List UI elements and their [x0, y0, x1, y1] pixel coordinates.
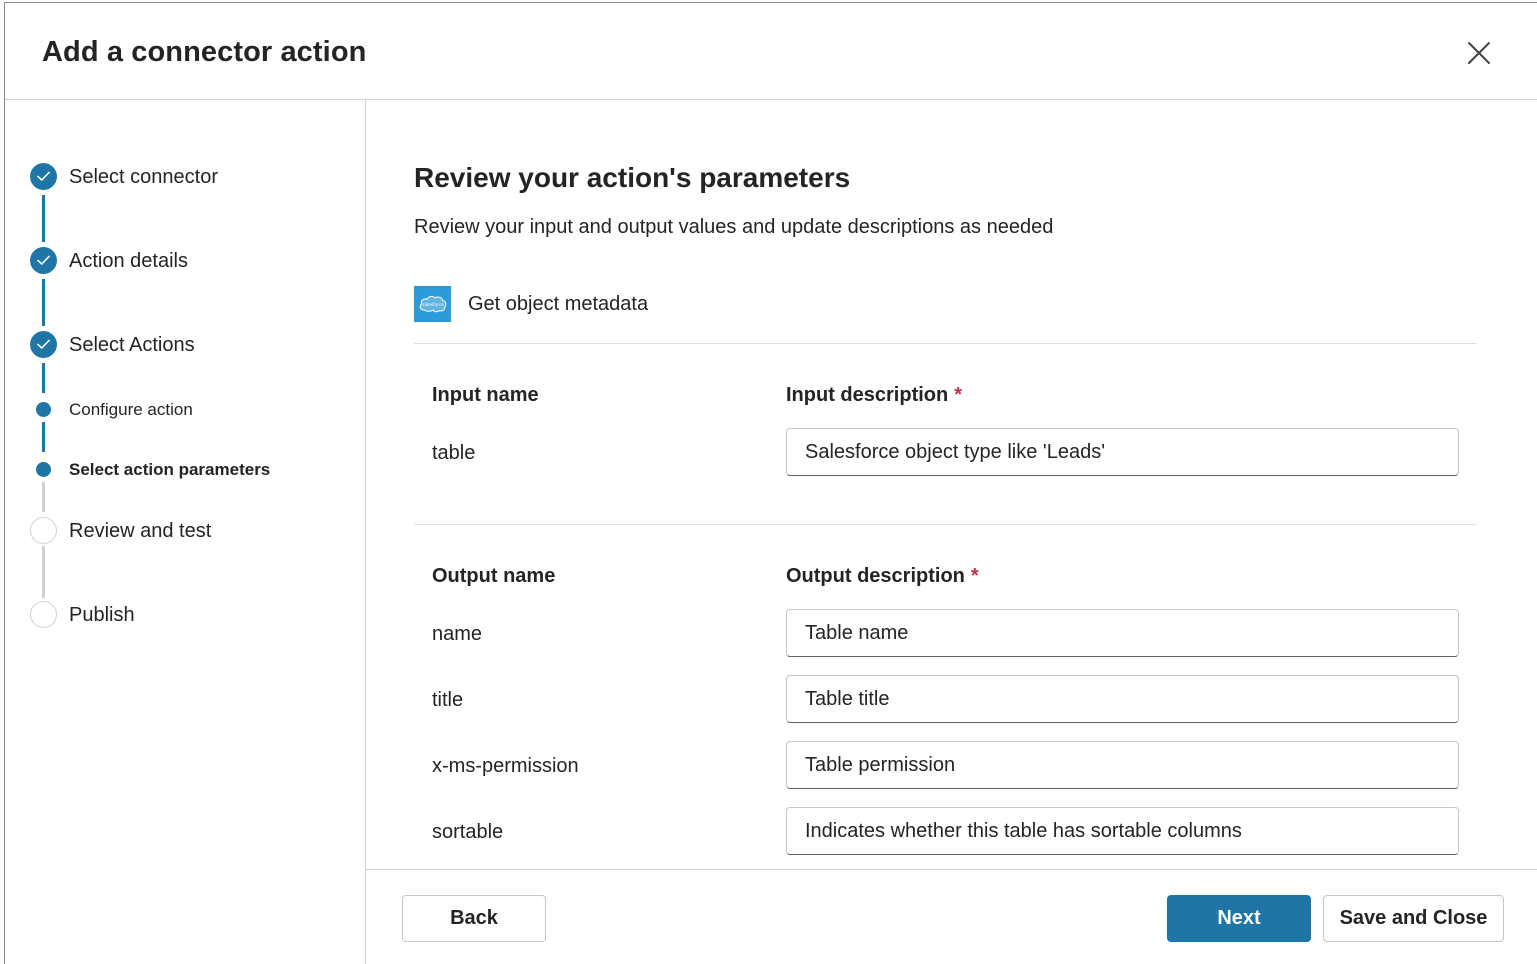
output-param-name: name	[432, 623, 483, 645]
step-connector	[42, 363, 45, 393]
step-action-details[interactable]: Action details	[5, 242, 365, 282]
substep-marker	[36, 462, 51, 477]
section-divider	[414, 343, 1477, 344]
input-description-header: Input description *	[786, 384, 963, 406]
close-icon	[1468, 42, 1490, 64]
salesforce-logo: salesforce	[414, 286, 451, 322]
output-param-name: sortable	[432, 821, 504, 843]
output-description-field[interactable]	[786, 609, 1459, 657]
step-configure-action[interactable]: Configure action	[5, 390, 365, 430]
page-subtitle: Review your input and output values and …	[414, 216, 1054, 238]
checkmark-icon	[37, 171, 50, 181]
step-connector	[42, 279, 45, 326]
step-pending-marker	[30, 517, 57, 544]
required-marker: *	[970, 565, 979, 587]
step-select-action-parameters[interactable]: Select action parameters	[5, 450, 365, 490]
step-complete-marker	[30, 247, 57, 274]
step-label: Select connector	[69, 166, 218, 188]
input-name-header: Input name	[432, 384, 539, 406]
checkmark-icon	[37, 255, 50, 265]
step-label: Action details	[69, 250, 188, 272]
page-title: Review your action's parameters	[414, 162, 851, 193]
output-param-name: title	[432, 689, 464, 711]
step-complete-marker	[30, 331, 57, 358]
step-select-connector[interactable]: Select connector	[5, 158, 365, 198]
section-divider	[414, 524, 1477, 525]
svg-text:salesforce: salesforce	[422, 302, 444, 307]
connector-action-dialog: Add a connector action Select connector	[4, 2, 1537, 964]
checkmark-icon	[37, 339, 50, 349]
required-marker: *	[954, 384, 963, 406]
step-connector	[42, 546, 45, 598]
output-name-header: Output name	[432, 565, 556, 587]
output-param-name: x-ms-permission	[432, 755, 579, 777]
action-name: Get object metadata	[468, 293, 649, 315]
step-label: Review and test	[69, 520, 212, 542]
dialog-header: Add a connector action	[5, 3, 1537, 100]
step-label: Select Actions	[69, 334, 195, 356]
dialog-title: Add a connector action	[42, 36, 367, 68]
step-pending-marker	[30, 601, 57, 628]
step-connector	[42, 195, 45, 242]
wizard-steps-sidebar: Select connector Action details Select A…	[5, 100, 366, 964]
step-label: Publish	[69, 604, 135, 626]
step-review-and-test[interactable]: Review and test	[5, 512, 365, 552]
output-description-field[interactable]	[786, 675, 1459, 723]
step-publish[interactable]: Publish	[5, 596, 365, 636]
salesforce-cloud-icon: salesforce	[419, 295, 446, 313]
step-label: Select action parameters	[69, 460, 271, 479]
step-select-actions[interactable]: Select Actions	[5, 326, 365, 366]
input-description-field[interactable]	[786, 428, 1459, 476]
input-param-name: table	[432, 442, 476, 464]
next-button[interactable]: Next	[1167, 895, 1311, 942]
substep-marker	[36, 402, 51, 417]
save-and-close-button[interactable]: Save and Close	[1323, 895, 1504, 942]
output-description-field[interactable]	[786, 741, 1459, 789]
output-description-header: Output description *	[786, 565, 979, 587]
back-button[interactable]: Back	[402, 895, 546, 942]
close-button[interactable]	[1465, 39, 1493, 67]
dialog-footer: Back Next Save and Close	[366, 869, 1537, 964]
output-description-field[interactable]	[786, 807, 1459, 855]
step-complete-marker	[30, 163, 57, 190]
main-content: Review your action's parameters Review y…	[366, 100, 1537, 869]
step-label: Configure action	[69, 400, 193, 419]
